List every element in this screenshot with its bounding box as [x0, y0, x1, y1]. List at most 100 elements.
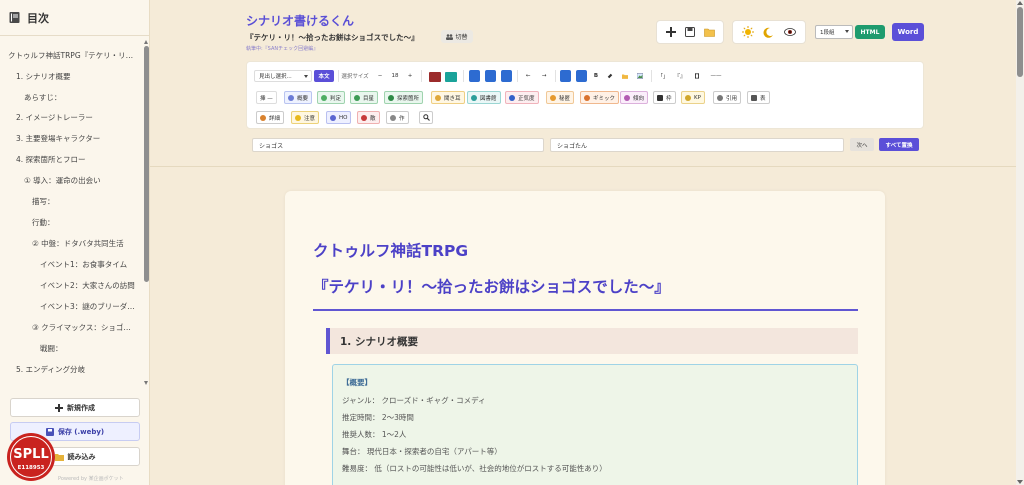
align-center-icon[interactable] — [485, 70, 496, 82]
text-color-teal-swatch[interactable] — [445, 72, 457, 82]
secret-block-button[interactable]: 秘匿 — [546, 91, 575, 104]
toc-item-root[interactable]: クトゥルフ神話TRPG『テケリ・リ！〜拾ったお餅はショゴスでした〜』 — [8, 50, 138, 61]
scroll-down-icon[interactable] — [144, 381, 148, 385]
moon-icon[interactable] — [762, 25, 776, 39]
bold-button[interactable]: B — [590, 70, 602, 82]
double-quote-bracket-button[interactable]: 『』 — [673, 70, 687, 82]
image-icon[interactable] — [634, 70, 646, 82]
toc-item[interactable]: イベント3：謎のブリーダー... — [40, 301, 135, 312]
outdent-icon[interactable]: ← — [522, 70, 534, 82]
warning-block-button[interactable]: 注意 — [291, 111, 320, 124]
save-button-label: 保存 (.weby) — [57, 427, 105, 436]
author-block-button[interactable]: 作 — [386, 111, 409, 124]
app-title: シナリオ書けるくん — [246, 14, 355, 28]
ho-block-button[interactable]: HO — [326, 111, 352, 124]
users-icon — [446, 33, 454, 40]
explore-block-label: 探索箇所 — [397, 95, 420, 102]
table-block-button[interactable]: 表 — [747, 91, 770, 104]
scroll-up-icon[interactable] — [1017, 1, 1023, 5]
folder-icon[interactable] — [702, 25, 716, 39]
toc-item[interactable]: 4. 探索箇所とフロー — [16, 154, 86, 165]
library-block-button[interactable]: 図書館 — [467, 91, 501, 104]
lenticular-bracket-button[interactable]: 【】 — [690, 70, 704, 82]
find-input[interactable]: ショゴス — [252, 138, 544, 152]
insert-button[interactable]: 挿 — — [256, 91, 277, 104]
text-color-red-swatch[interactable] — [429, 72, 441, 82]
search-icon — [422, 114, 430, 121]
toc-item[interactable]: ② 中盤：ドタバタ共同生活 — [32, 238, 124, 249]
size-increase-button[interactable]: + — [405, 70, 415, 82]
quote-block-button[interactable]: 引用 — [713, 91, 742, 104]
size-value: 18 — [391, 73, 399, 79]
scroll-up-icon[interactable] — [144, 40, 148, 44]
search-button[interactable] — [419, 111, 433, 124]
explore-block-button[interactable]: 探索箇所 — [384, 91, 424, 104]
toc-item[interactable]: 3. 主要登場キャラクター — [16, 133, 100, 144]
word-export-button[interactable]: Word — [892, 23, 924, 41]
save-icon[interactable] — [683, 25, 697, 39]
toc-item[interactable]: ① 導入：運命の出会い — [24, 175, 101, 186]
toc-item[interactable]: 1. シナリオ概要 — [16, 71, 71, 82]
block-left-icon[interactable] — [560, 70, 571, 82]
load-button-label: 読み込み — [67, 452, 96, 461]
frame-block-label: 枠 — [666, 95, 672, 102]
toc-list[interactable]: クトゥルフ神話TRPG『テケリ・リ！〜拾ったお餅はショゴスでした〜』 1. シナ… — [0, 40, 143, 385]
toc-item[interactable]: 描写： — [32, 196, 55, 207]
layout-select[interactable]: 1段組 — [815, 25, 853, 39]
align-right-icon[interactable] — [501, 70, 512, 82]
replace-all-button[interactable]: すべて置換 — [879, 138, 919, 151]
summary-box[interactable]: 【概要】 ジャンル： クローズド・ギャグ・コメディ 推定時間： 2〜3時間 推奨… — [332, 364, 858, 485]
enemy-block-button[interactable]: 敵 — [357, 111, 380, 124]
eye-icon[interactable] — [783, 25, 797, 39]
gimmick-block-button[interactable]: ギミック — [580, 91, 620, 104]
check-block-button[interactable]: 判定 — [317, 91, 346, 104]
quote-bracket-button[interactable]: 「」 — [656, 70, 670, 82]
align-left-icon[interactable] — [469, 70, 480, 82]
kp-block-button[interactable]: KP — [681, 91, 705, 104]
new-button-label: 新規作成 — [67, 403, 95, 412]
overview-block-button[interactable]: 概要 — [284, 91, 313, 104]
size-decrease-button[interactable]: − — [375, 70, 385, 82]
toolbar-divider — [517, 70, 518, 82]
toc-item[interactable]: 2. イメージトレーラー — [16, 112, 93, 123]
indent-icon[interactable]: → — [538, 70, 550, 82]
body-text-button[interactable]: 本文 — [314, 70, 334, 82]
toc-item[interactable]: 5. エンディング分岐 — [16, 364, 85, 375]
table-icon — [751, 94, 757, 101]
folder-open-icon[interactable] — [619, 70, 631, 82]
tendency-block-button[interactable]: 傾向 — [620, 91, 649, 104]
document-heading[interactable]: クトゥルフ神話TRPG — [313, 243, 468, 260]
replace-input[interactable]: ショゴたん — [550, 138, 844, 152]
toc-item[interactable]: あらすじ： — [24, 92, 61, 103]
toc-scrollbar[interactable] — [144, 40, 149, 385]
scroll-down-icon[interactable] — [1017, 480, 1023, 484]
eraser-icon[interactable] — [604, 70, 616, 82]
new-button[interactable]: 新規作成 — [10, 398, 140, 417]
size-label: 選択サイズ — [341, 74, 369, 80]
detail-icon — [260, 114, 266, 121]
block-right-icon[interactable] — [576, 70, 587, 82]
toc-scroll-thumb[interactable] — [144, 46, 149, 282]
frame-block-button[interactable]: 枠 — [653, 91, 676, 104]
switch-button[interactable]: 切替 — [441, 30, 473, 43]
main-scrollbar[interactable] — [1016, 0, 1024, 485]
html-export-button[interactable]: HTML — [855, 25, 885, 39]
heading-select[interactable]: 見出し選択... — [254, 70, 312, 82]
section-heading[interactable]: 1. シナリオ概要 — [326, 328, 858, 354]
toc-item[interactable]: イベント1：お食事タイム — [40, 259, 127, 270]
spot-block-button[interactable]: 目星 — [350, 91, 379, 104]
add-icon[interactable] — [664, 25, 678, 39]
sun-icon[interactable] — [741, 25, 755, 39]
toc-item[interactable]: 行動： — [32, 217, 55, 228]
toc-item[interactable]: ③ クライマックス：ショゴっち... — [32, 322, 135, 333]
toc-item[interactable]: イベント2：大家さんの訪問 — [40, 280, 135, 291]
find-next-button[interactable]: 次へ — [850, 138, 874, 151]
main-scroll-thumb[interactable] — [1017, 7, 1023, 77]
document-heading-subtitle[interactable]: 『テケリ・リ！〜拾ったお餅はショゴスでした〜』 — [313, 279, 670, 296]
sanity-block-button[interactable]: 正気度 — [505, 91, 539, 104]
toc-item[interactable]: 戦闘： — [40, 343, 63, 354]
detail-block-button[interactable]: 詳細 — [256, 111, 285, 124]
listen-block-button[interactable]: 聞き耳 — [431, 91, 465, 104]
toolbar-divider — [555, 70, 556, 82]
dash-button[interactable]: —— — [707, 70, 725, 82]
